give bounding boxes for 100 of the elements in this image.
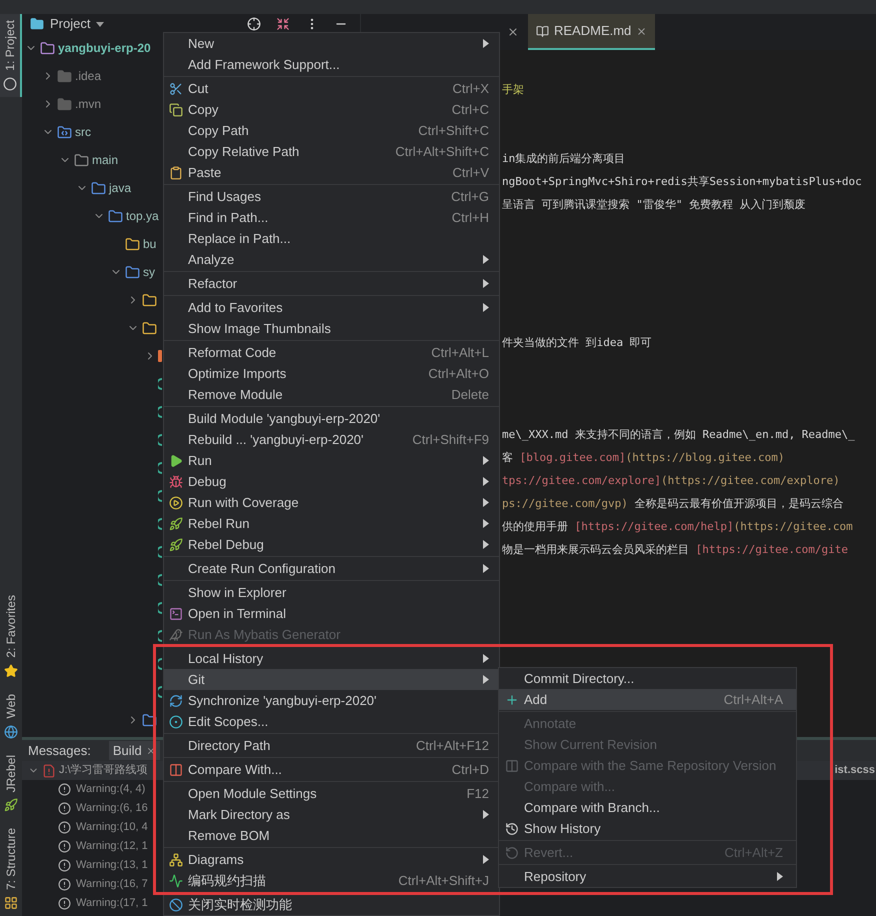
menu-item[interactable]: Repository <box>499 866 796 887</box>
menu-item[interactable]: Find Usages Ctrl+G <box>164 186 499 207</box>
rocket-icon <box>4 798 18 812</box>
menu-item[interactable]: Rebel Debug <box>164 534 499 555</box>
submenu-arrow-icon <box>483 540 489 549</box>
package-icon <box>142 292 157 308</box>
menu-item[interactable]: Debug <box>164 471 499 492</box>
menu-item[interactable]: Mark Directory as <box>164 804 499 825</box>
compare-icon <box>169 762 183 776</box>
menu-item[interactable]: Show History <box>499 818 796 839</box>
submenu-arrow-icon <box>483 519 489 528</box>
menu-item[interactable]: Show in Explorer <box>164 582 499 603</box>
menu-item[interactable]: Synchronize 'yangbuyi-erp-2020' <box>164 690 499 711</box>
collapse-all-icon[interactable] <box>276 17 290 31</box>
close-tab-icon[interactable] <box>636 26 648 36</box>
tool-window-tab[interactable]: 1: Project <box>0 14 22 97</box>
menu-item[interactable]: Compare With... Ctrl+D <box>164 759 499 780</box>
warning-message: Warning:(4, 4) <box>76 782 146 798</box>
tree-item-label[interactable]: .idea <box>75 67 102 85</box>
menu-item[interactable]: Run <box>164 450 499 471</box>
menu-item[interactable]: Rebuild ... 'yangbuyi-erp-2020' Ctrl+Shift+F9 <box>164 429 499 450</box>
tool-window-tab[interactable]: JRebel <box>0 748 22 818</box>
package-icon <box>142 320 157 336</box>
submenu-arrow-icon <box>777 872 783 881</box>
warning-icon <box>58 859 71 872</box>
menu-item[interactable]: Create Run Configuration <box>164 558 499 579</box>
menu-item[interactable]: Copy Path Ctrl+Shift+C <box>164 120 499 141</box>
menu-item[interactable]: Optimize Imports Ctrl+Alt+O <box>164 363 499 384</box>
menu-item[interactable]: Add to Favorites <box>164 297 499 318</box>
tool-window-tab[interactable]: Web <box>0 688 22 745</box>
menu-item[interactable]: Compare with Branch... <box>499 797 796 818</box>
panel-title[interactable]: Project <box>50 14 90 34</box>
code-line: me\_XXX.md 来支持不同的语言，例如 Readme\_en.md, Readme\_ <box>502 427 856 443</box>
menu-item[interactable]: New <box>164 33 499 54</box>
menu-item[interactable]: Show Image Thumbnails <box>164 318 499 339</box>
tree-item-label[interactable]: main <box>92 151 118 169</box>
code-line: 物是一档用来展示码云会员风采的栏目 [https://gitee.com/gite <box>502 542 849 558</box>
menu-item[interactable]: Directory Path Ctrl+Alt+F12 <box>164 735 499 756</box>
tree-item-label[interactable]: top.ya <box>126 207 159 225</box>
class-icon <box>158 546 162 558</box>
code-line: ngBoot+SpringMvc+Shiro+redis共享Session+mybatisPlus+doc <box>502 174 863 190</box>
class-icon <box>158 518 162 530</box>
menu-item[interactable]: Open in Terminal <box>164 603 499 624</box>
code-line: 供的使用手册 [https://gitee.com/help](https://gitee.com <box>502 519 854 535</box>
dropdown-caret-icon[interactable] <box>96 22 104 26</box>
close-tab-icon[interactable] <box>146 746 156 756</box>
menu-item[interactable]: Reformat Code Ctrl+Alt+L <box>164 342 499 363</box>
menu-item[interactable]: Remove BOM <box>164 825 499 846</box>
submenu-arrow-icon <box>483 477 489 486</box>
code-line: in集成的前后端分离项目 <box>502 151 626 167</box>
tree-item-label[interactable]: sy <box>143 263 155 281</box>
menu-item[interactable]: Add Framework Support... <box>164 54 499 75</box>
menu-item[interactable]: Remove Module Delete <box>164 384 499 405</box>
tree-item-label[interactable]: src <box>75 123 91 141</box>
menu-item[interactable]: Find in Path... Ctrl+H <box>164 207 499 228</box>
menu-item[interactable]: Copy Relative Path Ctrl+Alt+Shift+C <box>164 141 499 162</box>
copy-icon <box>169 102 183 116</box>
menu-item[interactable]: Replace in Path... <box>164 228 499 249</box>
code-line: tps://gitee.com/explore](https://gitee.com/explore) <box>502 473 841 489</box>
tool-window-tab[interactable]: 7: Structure <box>0 822 22 916</box>
menu-item[interactable]: Run with Coverage <box>164 492 499 513</box>
menu-item[interactable]: Local History <box>164 648 499 669</box>
menu-item[interactable]: Refactor <box>164 273 499 294</box>
warning-message: Warning:(16, 7 <box>76 877 148 892</box>
submenu-arrow-icon <box>483 654 489 663</box>
rocket-icon <box>169 538 183 552</box>
menu-item[interactable]: Build Module 'yangbuyi-erp-2020' <box>164 408 499 429</box>
menu-item[interactable]: Edit Scopes... <box>164 711 499 732</box>
sync-icon <box>169 694 183 708</box>
menu-item[interactable]: 编码规约扫描 Ctrl+Alt+Shift+J <box>164 870 499 891</box>
tree-item-label[interactable]: java <box>109 179 132 197</box>
tree-item-label[interactable]: yangbuyi-erp-20 <box>58 39 151 57</box>
warning-icon <box>58 802 71 815</box>
book-icon <box>536 24 549 38</box>
submenu-arrow-icon <box>483 255 489 264</box>
menu-item[interactable]: Open Module Settings F12 <box>164 783 499 804</box>
menu-item[interactable]: 关闭实时检测功能 <box>164 894 499 915</box>
warning-icon <box>58 878 71 891</box>
menu-item[interactable]: Analyze <box>164 249 499 270</box>
menu-item[interactable]: Add Ctrl+Alt+A <box>499 689 796 710</box>
menu-item[interactable]: Rebel Run <box>164 513 499 534</box>
menu-item[interactable]: Git <box>164 669 499 690</box>
close-tab-icon[interactable] <box>507 26 519 38</box>
menu-item[interactable]: Cut Ctrl+X <box>164 78 499 99</box>
terminal-icon <box>169 606 183 620</box>
menu-item[interactable]: Diagrams <box>164 849 499 870</box>
tree-item-label[interactable]: .mvn <box>75 95 102 113</box>
history-icon <box>504 822 518 836</box>
submenu-arrow-icon <box>483 564 489 573</box>
cut-icon <box>169 82 183 96</box>
menu-item[interactable]: Copy Ctrl+C <box>164 99 499 120</box>
tool-window-tab[interactable]: 2: Favorites <box>0 589 22 684</box>
menu-item[interactable]: Paste Ctrl+V <box>164 162 499 183</box>
class-icon <box>158 602 162 614</box>
module-icon <box>3 76 17 91</box>
editor-tab[interactable]: README.md <box>528 14 656 50</box>
locate-icon[interactable] <box>247 17 261 31</box>
menu-item[interactable]: Commit Directory... <box>499 668 796 689</box>
tree-item-label[interactable]: bu <box>143 235 156 253</box>
panel-tab[interactable]: Build <box>108 740 160 760</box>
